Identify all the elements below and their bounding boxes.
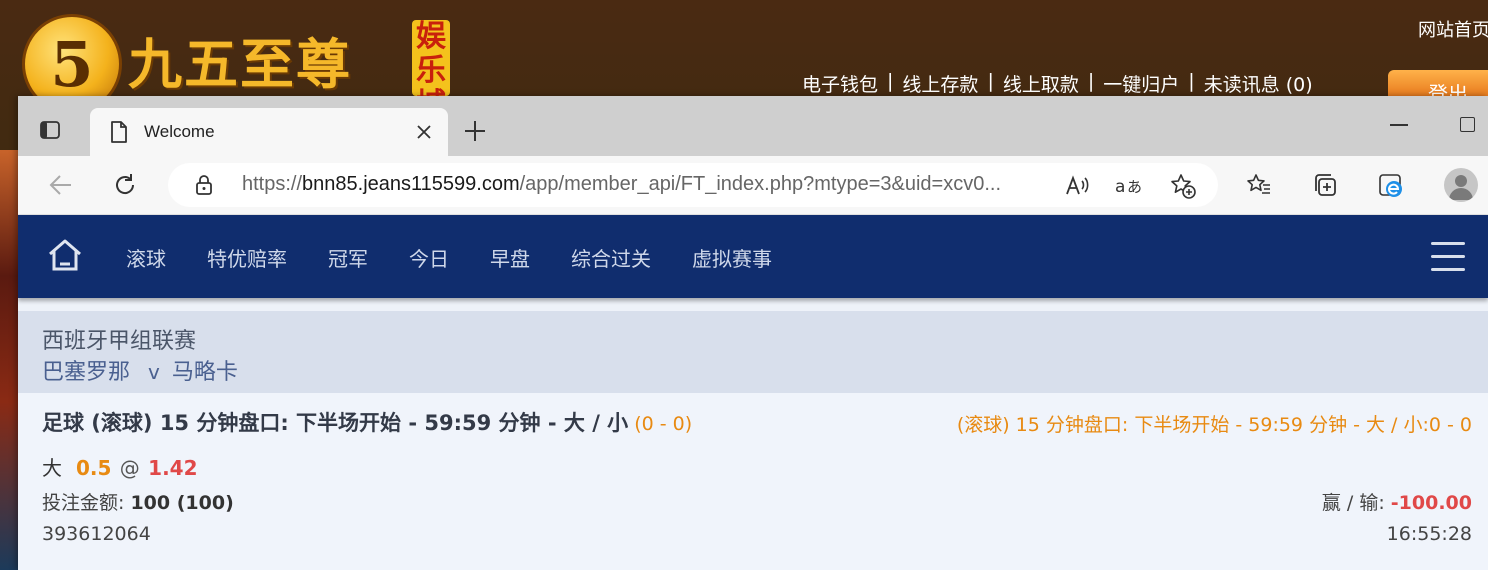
svg-text:a: a: [1115, 177, 1125, 197]
lock-icon[interactable]: [194, 174, 214, 200]
background-banner-strip: [0, 150, 18, 570]
bet-time: 16:55:28: [1386, 523, 1472, 545]
hamburger-menu-icon[interactable]: [1431, 242, 1465, 272]
edge-icon[interactable]: [1376, 170, 1406, 200]
home-team: 巴塞罗那: [42, 360, 131, 385]
versus-label: v: [148, 360, 160, 384]
bet-line: 0.5: [76, 456, 112, 480]
site-link-messages[interactable]: 未读讯息 (0): [1204, 70, 1313, 97]
site-link-wallet[interactable]: 电子钱包: [802, 70, 878, 97]
site-home-link[interactable]: 网站首页: [1418, 16, 1488, 42]
nav-item-parlay[interactable]: 综合过关: [571, 243, 651, 272]
bet-score: (0 - 0): [634, 413, 693, 435]
site-logo-badge: 娱乐城: [412, 20, 450, 96]
bet-winloss: 赢 / 输: -100.00: [1321, 492, 1472, 514]
nav-item-today[interactable]: 今日: [409, 243, 449, 272]
bet-live-info: (滚球) 15 分钟盘口: 下半场开始 - 59:59 分钟 - 大 / 小:0…: [956, 414, 1472, 436]
nav-item-special-odds[interactable]: 特优赔率: [207, 243, 287, 272]
nav-item-virtual[interactable]: 虚拟赛事: [692, 243, 772, 272]
profile-icon[interactable]: [1444, 168, 1478, 202]
nav-item-live[interactable]: 滚球: [126, 243, 166, 272]
collections-icon[interactable]: [1310, 170, 1340, 200]
bet-amount: 投注金额: 100 (100): [42, 492, 234, 514]
tab-title: Welcome: [144, 122, 215, 141]
refresh-icon[interactable]: [110, 170, 140, 200]
tab-actions-icon[interactable]: [38, 118, 68, 148]
bet-pick: 大 0.5 @ 1.42: [42, 456, 198, 480]
maximize-button[interactable]: [1460, 117, 1475, 132]
home-icon[interactable]: [46, 237, 84, 277]
site-links: 电子钱包 | 线上存款 | 线上取款 | 一键归户 | 未读讯息 (0): [802, 70, 1313, 97]
nav-item-early[interactable]: 早盘: [490, 243, 530, 272]
browser-toolbar: https://bnn85.jeans115599.com/app/member…: [18, 156, 1488, 215]
site-link-withdraw[interactable]: 线上取款: [1003, 70, 1079, 97]
back-icon[interactable]: [46, 170, 76, 200]
league-name: 西班牙甲组联赛: [42, 329, 197, 354]
browser-window: Welcome https://bnn85.jeans115599.com/ap…: [18, 96, 1488, 570]
match-teams: 巴塞罗那 v 马略卡: [42, 354, 238, 386]
plus-icon[interactable]: [462, 118, 488, 144]
favorites-icon[interactable]: [1244, 170, 1274, 200]
bet-title: 足球 (滚球) 15 分钟盘口: 下半场开始 - 59:59 分钟 - 大 / …: [42, 411, 693, 435]
url-text: https://bnn85.jeans115599.com/app/member…: [242, 173, 1001, 195]
tab-bar: Welcome: [18, 96, 1488, 156]
nav-item-champion[interactable]: 冠军: [328, 243, 368, 272]
bet-ticket-id: 393612064: [42, 523, 151, 545]
nav-items: 滚球 特优赔率 冠军 今日 早盘 综合过关 虚拟赛事: [126, 243, 813, 272]
site-logo-text: 九五至尊: [128, 32, 352, 96]
minimize-button[interactable]: [1390, 124, 1408, 126]
league-header: 西班牙甲组联赛 巴塞罗那 v 马略卡: [18, 311, 1488, 393]
main-nav: 滚球 特优赔率 冠军 今日 早盘 综合过关 虚拟赛事: [18, 215, 1488, 298]
page-content: 滚球 特优赔率 冠军 今日 早盘 综合过关 虚拟赛事 西班牙甲组联赛 巴塞罗那 v…: [18, 215, 1488, 570]
away-team: 马略卡: [171, 360, 238, 385]
translate-icon[interactable]: aあ: [1114, 171, 1144, 201]
tab-welcome[interactable]: Welcome: [90, 108, 448, 156]
site-link-consolidate[interactable]: 一键归户: [1103, 70, 1179, 97]
site-link-deposit[interactable]: 线上存款: [902, 70, 978, 97]
svg-text:あ: あ: [1127, 178, 1142, 196]
bet-odds: 1.42: [148, 456, 198, 480]
bet-record: 足球 (滚球) 15 分钟盘口: 下半场开始 - 59:59 分钟 - 大 / …: [18, 393, 1488, 570]
close-icon[interactable]: [412, 120, 436, 144]
page-icon: [108, 120, 130, 148]
read-aloud-icon[interactable]: [1062, 171, 1092, 201]
address-bar[interactable]: https://bnn85.jeans115599.com/app/member…: [168, 163, 1218, 207]
add-favorite-icon[interactable]: [1168, 171, 1198, 201]
